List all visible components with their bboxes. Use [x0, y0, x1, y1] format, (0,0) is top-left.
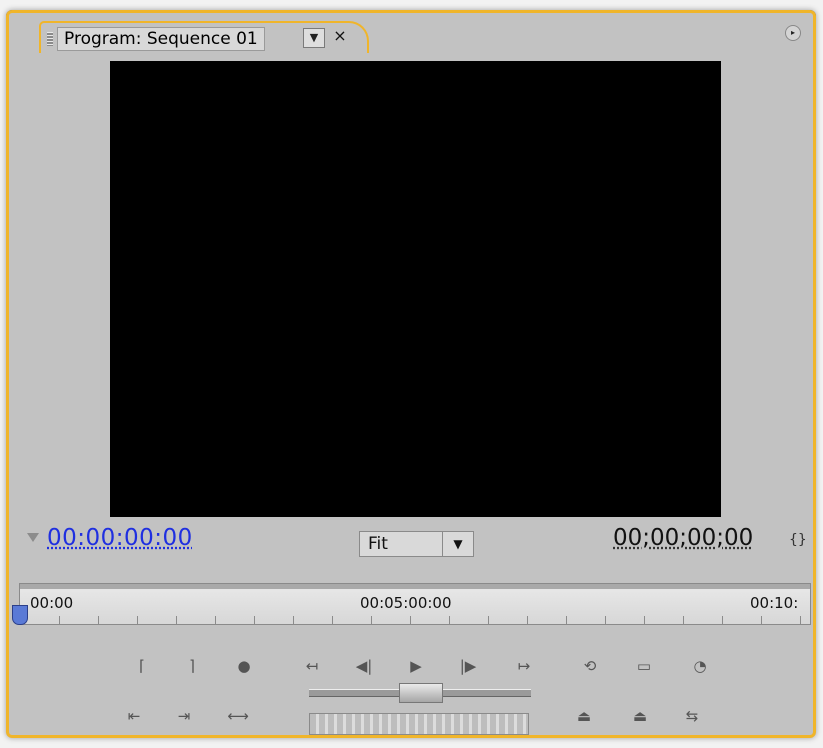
step-back-icon[interactable]: ◀| [349, 653, 379, 679]
mark-in-button[interactable]: ⌈ [127, 653, 157, 679]
loop-icon[interactable]: ⟲ [575, 653, 605, 679]
tab-program[interactable]: Program: Sequence 01 ▼ × [39, 21, 369, 53]
go-to-previous-edit-icon[interactable]: ⇤ [119, 703, 149, 729]
duration-timecode[interactable]: 00;00;00;00 [613, 525, 753, 551]
step-forward-icon[interactable]: |▶ [453, 653, 483, 679]
tab-menu-button[interactable]: ▼ [303, 28, 325, 48]
trim-icon[interactable]: ⇆ [677, 703, 707, 729]
video-display [110, 61, 721, 517]
current-timecode[interactable]: 00:00:00:00 [47, 525, 193, 551]
output-icon[interactable]: ◔ [685, 653, 715, 679]
safe-margins-icon[interactable]: ▭ [629, 653, 659, 679]
set-marker-icon[interactable]: ● [229, 653, 259, 679]
chevron-down-icon[interactable]: ▼ [442, 532, 473, 556]
mark-out-button[interactable]: ⌉ [177, 653, 207, 679]
play-icon[interactable]: ▶ [401, 653, 431, 679]
program-monitor-panel: Program: Sequence 01 ▼ × ▸ 00:00:00:00 F… [6, 10, 816, 738]
extract-icon[interactable]: ⏏ [625, 703, 655, 729]
program-monitor-window: Program: Sequence 01 ▼ × ▸ 00:00:00:00 F… [6, 10, 816, 738]
ruler-ticks [20, 616, 810, 624]
lift-icon[interactable]: ⏏ [569, 703, 599, 729]
go-to-out-point-icon[interactable]: ↦ [509, 653, 539, 679]
zoom-level-select[interactable]: Fit ▼ [359, 531, 474, 557]
time-ruler[interactable]: 00:00 00:05:00:00 00:10: [19, 583, 811, 625]
shuttle-knob[interactable] [399, 683, 443, 703]
go-to-next-edit-icon[interactable]: ⇥ [169, 703, 199, 729]
jog-disk[interactable] [309, 713, 529, 735]
drag-grip-icon[interactable] [47, 32, 53, 46]
in-out-brackets-icon: {} [789, 532, 807, 548]
zoom-level-value: Fit [368, 534, 388, 554]
ruler-scroll-bar[interactable] [20, 584, 810, 589]
tab-title: Program: Sequence 01 [57, 27, 265, 51]
ruler-label: 00:00 [30, 594, 74, 612]
timecode-marker-icon [27, 533, 39, 542]
ruler-label: 00:05:00:00 [360, 594, 452, 612]
go-to-in-point-icon[interactable]: ↤ [297, 653, 327, 679]
play-in-to-out-icon[interactable]: ⟷ [223, 703, 253, 729]
ruler-label: 00:10: [750, 594, 799, 612]
close-icon[interactable]: × [331, 26, 349, 46]
playhead-icon[interactable] [12, 605, 28, 625]
panel-menu-button[interactable]: ▸ [785, 25, 801, 41]
